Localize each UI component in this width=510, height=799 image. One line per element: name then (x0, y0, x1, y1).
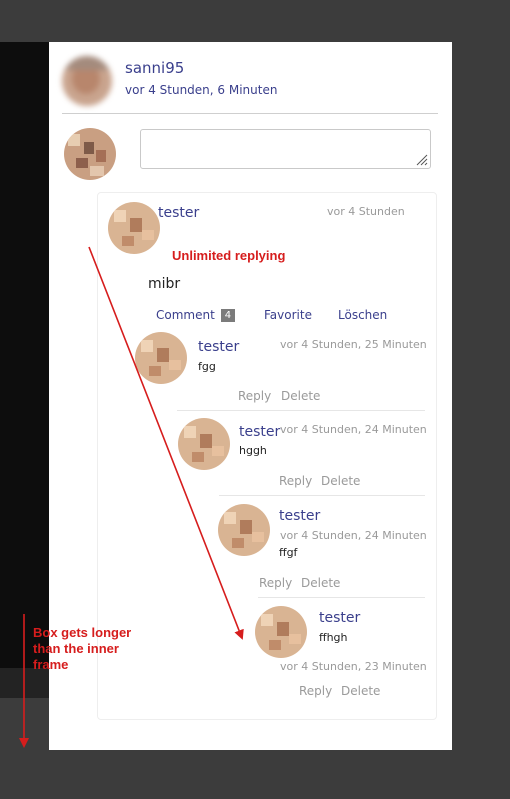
annotation-arrows (19, 246, 244, 748)
arrow-diagonal (88, 246, 244, 640)
